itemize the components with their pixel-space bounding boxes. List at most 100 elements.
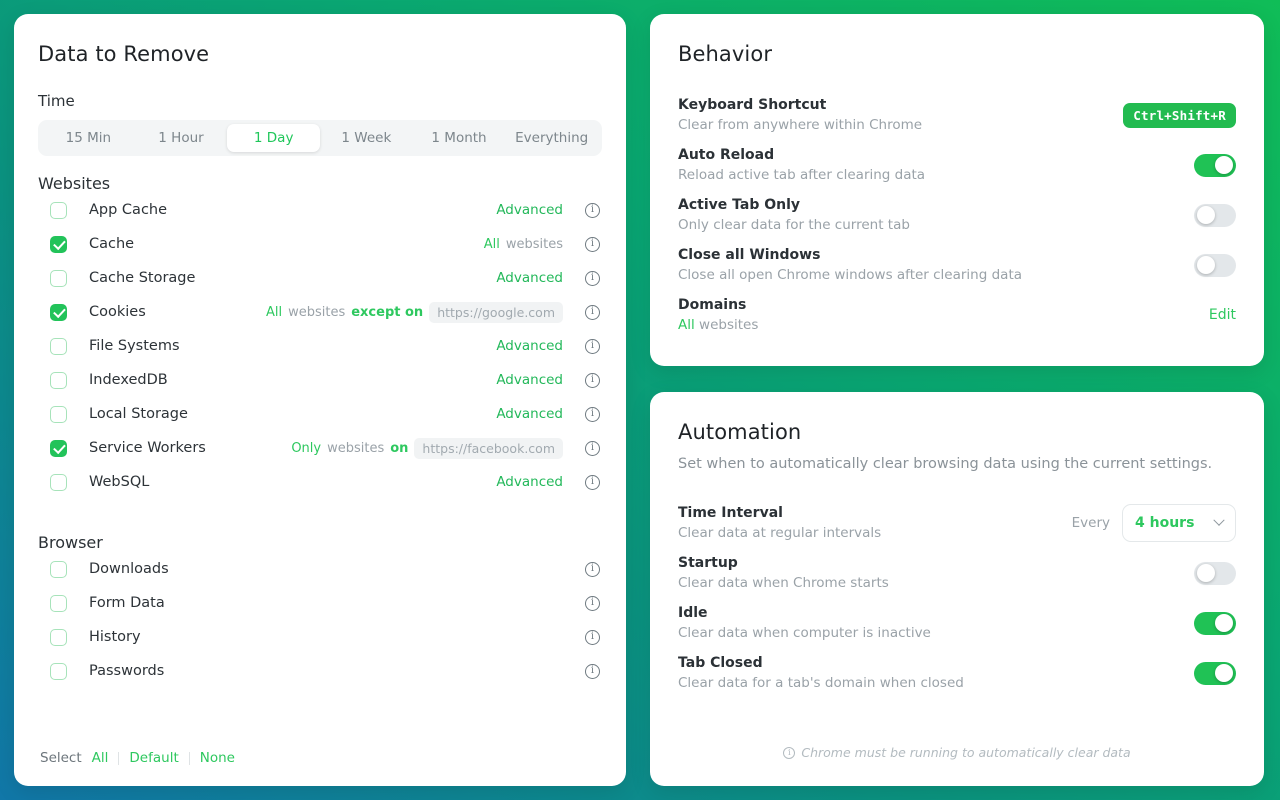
select-default-button[interactable]: Default xyxy=(129,750,178,766)
advanced-link[interactable]: Advanced xyxy=(496,372,563,388)
data-type-row[interactable]: Passwords i xyxy=(38,654,602,688)
scope-suffix: websites xyxy=(288,304,346,320)
domain-chip[interactable]: https://google.com xyxy=(429,301,563,323)
data-type-row[interactable]: Cache All websites i xyxy=(38,227,602,261)
data-type-row[interactable]: Cookies All websites except on https://googl… xyxy=(38,295,602,329)
checkbox-indexeddb[interactable] xyxy=(50,371,67,389)
time-segmented-control[interactable]: 15 Min 1 Hour 1 Day 1 Week 1 Month Everything xyxy=(38,120,602,156)
checkbox-local-storage[interactable] xyxy=(50,405,67,423)
checkbox-websql[interactable] xyxy=(50,473,67,491)
advanced-link[interactable]: Advanced xyxy=(496,474,563,490)
advanced-link[interactable]: Advanced xyxy=(496,406,563,422)
browser-group-label: Browser xyxy=(38,533,103,552)
info-icon[interactable]: i xyxy=(585,629,600,645)
info-icon[interactable]: i xyxy=(585,236,600,252)
setting-row: Startup Clear data when Chrome starts xyxy=(678,548,1236,598)
row-meta: Advanced i xyxy=(496,338,600,354)
checkbox-service-workers[interactable] xyxy=(50,439,67,457)
info-icon[interactable]: i xyxy=(585,440,600,456)
advanced-link[interactable]: Advanced xyxy=(496,338,563,354)
automation-subtitle: Set when to automatically clear browsing… xyxy=(678,456,1213,472)
checkbox-cache-storage[interactable] xyxy=(50,269,67,287)
advanced-link[interactable]: Advanced xyxy=(496,202,563,218)
data-type-row[interactable]: WebSQL Advanced i xyxy=(38,465,602,499)
toggle-close-all-windows[interactable] xyxy=(1194,253,1236,277)
data-type-row[interactable]: IndexedDB Advanced i xyxy=(38,363,602,397)
divider xyxy=(118,751,120,765)
checkbox-app-cache[interactable] xyxy=(50,201,67,219)
setting-title: Auto Reload xyxy=(678,147,775,163)
info-icon[interactable]: i xyxy=(585,595,600,611)
scope-suffix: websites xyxy=(505,236,563,252)
toggle-knob xyxy=(1215,664,1233,682)
setting-description: All websites xyxy=(678,317,1209,333)
info-icon[interactable]: i xyxy=(585,338,600,354)
toggle-startup[interactable] xyxy=(1194,561,1236,585)
scope-qualifier: All xyxy=(483,236,500,252)
data-type-row[interactable]: File Systems Advanced i xyxy=(38,329,602,363)
setting-description: Clear data when Chrome starts xyxy=(678,575,889,591)
data-type-row[interactable]: Downloads i xyxy=(38,552,602,586)
row-meta: i xyxy=(569,561,600,577)
data-type-row[interactable]: App Cache Advanced i xyxy=(38,193,602,227)
info-icon[interactable]: i xyxy=(585,561,600,577)
checkbox-cache[interactable] xyxy=(50,235,67,253)
info-icon[interactable]: i xyxy=(585,304,600,320)
time-option-1-hour[interactable]: 1 Hour xyxy=(135,124,228,152)
setting-title: Idle xyxy=(678,605,708,621)
info-icon[interactable]: i xyxy=(585,202,600,218)
row-label: Form Data xyxy=(89,595,165,611)
toggle-idle[interactable] xyxy=(1194,611,1236,635)
setting-row: Close all Windows Close all open Chrome w… xyxy=(678,240,1236,290)
automation-title: Automation xyxy=(678,420,802,444)
row-label: Cache Storage xyxy=(89,270,196,286)
setting-title: Active Tab Only xyxy=(678,197,801,213)
data-type-row[interactable]: Local Storage Advanced i xyxy=(38,397,602,431)
toggle-knob xyxy=(1197,206,1215,224)
setting-text: Close all Windows Close all open Chrome w… xyxy=(678,247,1194,283)
scope-relation: on xyxy=(390,440,409,456)
setting-description-accent: All xyxy=(678,317,695,333)
checkbox-passwords[interactable] xyxy=(50,662,67,680)
select-all-button[interactable]: All xyxy=(92,750,109,766)
setting-title: Keyboard Shortcut xyxy=(678,97,827,113)
time-option-everything[interactable]: Everything xyxy=(505,124,598,152)
data-type-row[interactable]: Service Workers Only websites on https://fac… xyxy=(38,431,602,465)
info-icon[interactable]: i xyxy=(585,663,600,679)
page-title: Data to Remove xyxy=(38,42,210,66)
time-option-1-month[interactable]: 1 Month xyxy=(413,124,506,152)
data-type-row[interactable]: History i xyxy=(38,620,602,654)
keyboard-shortcut-badge[interactable]: Ctrl+Shift+R xyxy=(1123,102,1236,128)
setting-row: Domains All websites Edit xyxy=(678,290,1236,340)
websites-group: Websites App Cache Advanced i Cache All websi… xyxy=(38,174,602,499)
time-option-1-week[interactable]: 1 Week xyxy=(320,124,413,152)
time-option-1-day[interactable]: 1 Day xyxy=(227,124,321,152)
toggle-tab-closed[interactable] xyxy=(1194,661,1236,685)
checkbox-file-systems[interactable] xyxy=(50,337,67,355)
setting-description: Clear from anywhere within Chrome xyxy=(678,117,923,133)
setting-title: Tab Closed xyxy=(678,655,763,671)
info-icon[interactable]: i xyxy=(585,474,600,490)
data-type-row[interactable]: Form Data i xyxy=(38,586,602,620)
select-none-button[interactable]: None xyxy=(200,750,235,766)
checkbox-history[interactable] xyxy=(50,628,67,646)
checkbox-form-data[interactable] xyxy=(50,594,67,612)
row-label: IndexedDB xyxy=(89,372,168,388)
toggle-auto-reload[interactable] xyxy=(1194,153,1236,177)
info-icon[interactable]: i xyxy=(585,270,600,286)
checkbox-cookies[interactable] xyxy=(50,303,67,321)
toggle-active-tab-only[interactable] xyxy=(1194,203,1236,227)
data-to-remove-card: Data to Remove Time 15 Min 1 Hour 1 Day 1 W… xyxy=(14,14,626,786)
data-type-row[interactable]: Cache Storage Advanced i xyxy=(38,261,602,295)
edit-domains-link[interactable]: Edit xyxy=(1209,307,1236,323)
info-icon[interactable]: i xyxy=(585,372,600,388)
time-option-15-min[interactable]: 15 Min xyxy=(42,124,135,152)
checkbox-downloads[interactable] xyxy=(50,560,67,578)
advanced-link[interactable]: Advanced xyxy=(496,270,563,286)
info-icon[interactable]: i xyxy=(585,406,600,422)
time-interval-select[interactable]: 4 hours xyxy=(1122,504,1236,542)
domain-chip[interactable]: https://facebook.com xyxy=(414,437,563,459)
setting-text: Active Tab Only Only clear data for the c… xyxy=(678,197,1194,233)
row-meta: Only websites on https://facebook.com i xyxy=(291,437,600,459)
setting-description: Clear data for a tab's domain when close… xyxy=(678,675,964,691)
